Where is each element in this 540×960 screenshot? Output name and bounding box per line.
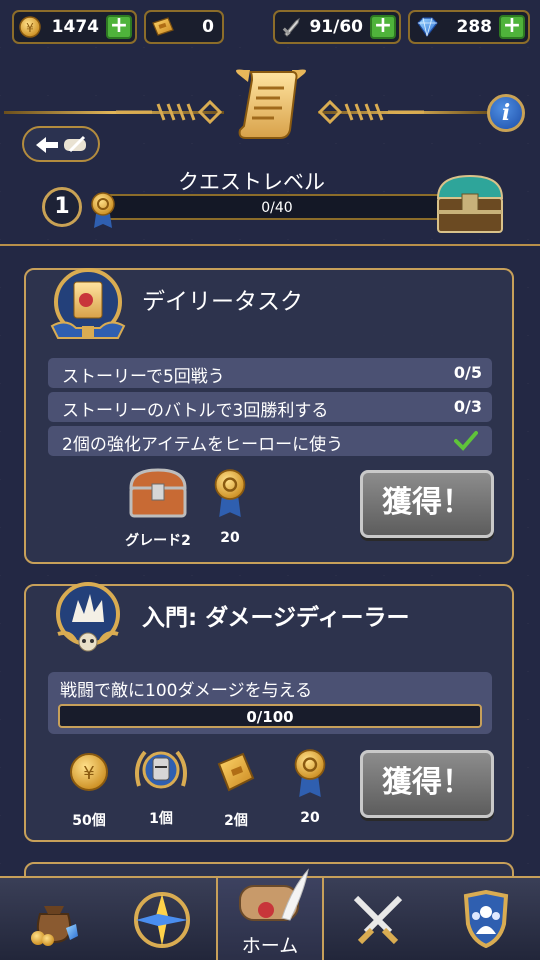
gem-value: 288 [456,17,493,37]
reward-label: グレード2 [125,533,191,549]
task-label: ストーリーのバトルで3回勝利する [62,401,329,421]
add-energy-button[interactable]: + [370,15,396,39]
ticket-icon [217,752,255,792]
nav-home[interactable]: ホーム [216,868,324,960]
scroll-quill-icon [239,868,309,921]
quest-reward-chest-icon[interactable] [432,170,508,238]
reward-item: 1個 [130,746,192,828]
nav-guild[interactable] [432,878,540,960]
info-button[interactable]: i [487,94,525,132]
reward-item: ¥ 50個 [64,750,114,830]
gold-counter: ¥ 1474 + [12,10,137,44]
bottom-nav: ホーム [0,868,540,960]
reward-label: 2個 [224,813,248,829]
svg-text:¥: ¥ [83,763,94,784]
quest-level-badge: 1 [42,187,82,227]
reward-label: 50個 [72,813,106,829]
quest-scroll-icon [236,69,306,139]
energy-value: 91/60 [309,17,363,37]
crystal-emblem-icon [134,892,190,948]
intro-claim-button[interactable]: 獲得！ [360,750,494,818]
task-row: ストーリーのバトルで3回勝利する 0/3 [48,392,492,422]
intro-quest-title: 入門: ダメージディーラー [142,605,410,631]
daily-task-title: デイリータスク [142,289,303,315]
reward-label: 1個 [149,811,173,827]
svg-text:¥: ¥ [26,21,34,35]
daily-claim-button[interactable]: 獲得！ [360,470,494,538]
intro-quest-panel: 入門: ダメージディーラー 戦闘で敵に100ダメージを与える 0/100 ¥ 5… [24,582,514,842]
reward-item: 20 [208,466,252,546]
ornament-flourish-right [318,99,424,125]
nav-battle[interactable] [324,878,432,960]
back-button[interactable] [22,126,100,162]
energy-counter: 91/60 + [273,10,401,44]
gem-counter: 288 + [408,10,530,44]
knight-helmet-icon [135,750,187,789]
nav-shop[interactable] [0,878,108,960]
back-arrow-icon [36,135,86,153]
ticket-icon [152,17,174,36]
energy-sword-icon [282,17,300,37]
reward-item: 2個 [210,750,262,830]
nav-home-label: ホーム [241,935,299,957]
quest-level-title: クエストレベル [178,170,325,194]
quest-medal-icon [214,469,246,517]
gem-icon [417,17,438,38]
objective-progress-text: 0/100 [246,708,294,726]
daily-task-panel: デイリータスク ストーリーで5回戦う 0/5 ストーリーのバトルで3回勝利する … [24,268,514,564]
reward-item: グレード2 [118,466,198,550]
task-label: ストーリーで5回戦う [62,367,225,387]
add-gold-button[interactable]: + [106,15,132,39]
crossed-swords-icon [353,895,403,945]
header-divider [0,244,540,246]
nav-heroes[interactable] [108,878,216,960]
task-progress: 0/3 [453,397,482,416]
quest-progress-text: 0/40 [261,200,293,216]
ticket-value: 0 [202,17,214,37]
ticket-counter: 0 [144,10,224,44]
loot-bag-icon [31,906,78,946]
checkmark-icon [454,431,478,451]
damage-burst-emblem-icon [56,582,120,652]
ornament-flourish-left [116,99,222,125]
reward-item: 20 [288,746,332,826]
task-label: 2個の強化アイテムをヒーローに使う [62,435,344,455]
task-row: 2個の強化アイテムをヒーローに使う [48,426,492,456]
task-progress: 0/5 [453,363,482,382]
gold-coin-icon: ¥ [19,16,41,38]
task-row: ストーリーで5回戦う 0/5 [48,358,492,388]
objective-label: 戦闘で敵に100ダメージを与える [60,681,313,701]
quest-progress-bar: 0/40 [98,194,456,220]
quest-medal-icon [294,749,326,797]
daily-scroll-emblem-icon [50,268,126,339]
add-gem-button[interactable]: + [499,15,525,39]
reward-label: 20 [220,530,240,546]
reward-label: 20 [300,810,320,826]
gold-value: 1474 [51,17,99,37]
objective-box: 戦闘で敵に100ダメージを与える 0/100 [48,672,492,734]
gold-coin-icon: ¥ [70,753,108,791]
guild-shield-icon [463,890,509,948]
quest-medal-icon [91,192,115,228]
treasure-chest-icon [129,468,187,518]
objective-progress-bar: 0/100 [58,704,482,728]
